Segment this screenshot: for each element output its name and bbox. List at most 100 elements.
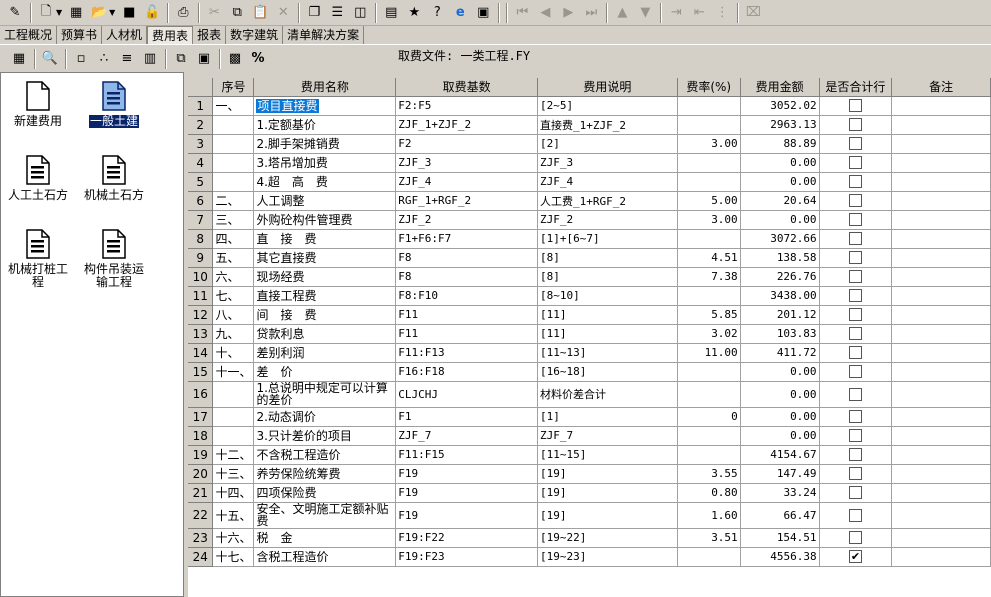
cell-base[interactable]: F2 [395, 134, 539, 154]
tree-icon[interactable]: ⋮ [711, 2, 733, 24]
cell-rate[interactable]: 3.02 [677, 324, 741, 344]
unlock-icon[interactable]: 🔓 [141, 2, 163, 24]
cell-amount[interactable]: 154.51 [740, 528, 820, 548]
total-row-checkbox[interactable] [848, 387, 862, 401]
cell-amount[interactable]: 0.00 [740, 362, 820, 382]
cell-seq[interactable]: 十六、 [212, 528, 255, 548]
table-row[interactable]: 2 1.定额基价 ZJF_1+ZJF_2 直接费_1+ZJF_2 2963.13 [188, 115, 991, 135]
cell-rate[interactable]: 5.00 [677, 191, 741, 211]
table-row[interactable]: 24 十七、 含税工程造价 F19:F23 [19~23] 4556.38 ✔ [188, 547, 991, 567]
cell-rate[interactable] [677, 381, 741, 408]
cell-seq[interactable]: 七、 [212, 286, 255, 306]
column-header-seq[interactable]: 序号 [212, 78, 255, 97]
cell-base[interactable]: F19 [395, 483, 539, 503]
cell-rate[interactable] [677, 547, 741, 567]
cell-rate[interactable]: 1.60 [677, 502, 741, 529]
paste-icon[interactable]: 📋 [249, 2, 271, 24]
cell-desc[interactable]: [1]+[6~7] [537, 229, 678, 249]
zoom-icon[interactable]: 🔍 [39, 48, 61, 70]
total-row-checkbox[interactable] [848, 99, 862, 112]
table-row[interactable]: 13 九、 贷款利息 F11 [11] 3.02 103.83 [188, 324, 991, 344]
template-pile-driving[interactable]: 机械打桩工程 [3, 229, 73, 289]
cell-name[interactable]: 2.动态调价 [253, 407, 397, 427]
down-icon[interactable]: ▼ [634, 2, 656, 24]
cell-rate[interactable]: 3.51 [677, 528, 741, 548]
cell-amount[interactable]: 0.00 [740, 381, 820, 408]
cell-base[interactable]: CLJCHJ [395, 381, 539, 408]
cell-rate[interactable] [677, 286, 741, 306]
cell-rate[interactable]: 4.51 [677, 248, 741, 268]
cell-desc[interactable]: ZJF_2 [537, 210, 678, 230]
cell-desc[interactable]: [19] [537, 502, 678, 529]
cell-seq[interactable]: 四、 [212, 229, 255, 249]
column-header-rate[interactable]: 费率(%) [677, 78, 741, 97]
total-row-checkbox[interactable] [848, 156, 862, 169]
cell-seq[interactable]: 十、 [212, 343, 255, 363]
print-preview-icon[interactable]: ▣ [472, 2, 494, 24]
cell-rate[interactable] [677, 115, 741, 135]
cell-desc[interactable]: ZJF_3 [537, 153, 678, 173]
cell-desc[interactable]: [8] [537, 267, 678, 287]
cell-remark[interactable] [891, 229, 991, 249]
cell-seq[interactable]: 二、 [212, 191, 255, 211]
cell-desc[interactable]: ZJF_4 [537, 172, 678, 192]
help-icon[interactable]: ? [426, 2, 448, 24]
cell-name[interactable]: 差 价 [253, 362, 397, 382]
total-row-checkbox[interactable] [848, 327, 862, 340]
cell-name[interactable]: 差别利润 [253, 343, 397, 363]
tab-report[interactable]: 报表 [193, 26, 227, 44]
last-icon[interactable]: ⏭ [580, 2, 602, 24]
cell-amount[interactable]: 3052.02 [740, 96, 820, 116]
cell-remark[interactable] [891, 248, 991, 268]
cell-remark[interactable] [891, 305, 991, 325]
total-row-checkbox[interactable] [848, 251, 862, 264]
ie-icon[interactable]: e [449, 2, 471, 24]
cell-rate[interactable] [677, 362, 741, 382]
cell-remark[interactable] [891, 445, 991, 465]
tab-digital-building[interactable]: 数字建筑 [226, 26, 284, 44]
cell-name[interactable]: 间 接 费 [253, 305, 397, 325]
total-row-checkbox[interactable]: ✔ [848, 550, 862, 563]
cell-remark[interactable] [891, 191, 991, 211]
cell-remark[interactable] [891, 502, 991, 529]
cell-amount[interactable]: 4556.38 [740, 547, 820, 567]
copy-icon[interactable]: ⧉ [226, 2, 248, 24]
column-header-amount[interactable]: 费用金额 [740, 78, 820, 97]
total-row-checkbox[interactable] [848, 365, 862, 378]
cell-amount[interactable]: 20.64 [740, 191, 820, 211]
tab-project-overview[interactable]: 工程概况 [0, 26, 58, 44]
column-header-remark[interactable]: 备注 [891, 78, 991, 97]
cell-rate[interactable]: 3.55 [677, 464, 741, 484]
cell-base[interactable]: F8 [395, 267, 539, 287]
cascade-icon[interactable]: ❐ [303, 2, 325, 24]
cell-amount[interactable]: 3072.66 [740, 229, 820, 249]
total-row-checkbox[interactable] [848, 467, 862, 480]
cell-amount[interactable]: 103.83 [740, 324, 820, 344]
cell-base[interactable]: F11 [395, 305, 539, 325]
cell-desc[interactable]: 材料价差合计 [537, 381, 678, 408]
tab-budget[interactable]: 预算书 [57, 26, 103, 44]
cell-rate[interactable]: 11.00 [677, 343, 741, 363]
cell-desc[interactable]: 直接费_1+ZJF_2 [537, 115, 678, 135]
cell-name[interactable]: 四项保险费 [253, 483, 397, 503]
cell-base[interactable]: F19 [395, 502, 539, 529]
tab-labor-material-machine[interactable]: 人材机 [102, 26, 148, 44]
cell-desc[interactable]: [16~18] [537, 362, 678, 382]
cell-seq[interactable] [212, 115, 255, 135]
cell-seq[interactable]: 五、 [212, 248, 255, 268]
cell-remark[interactable] [891, 407, 991, 427]
column-header-name[interactable]: 费用名称 [253, 78, 397, 97]
cell-seq[interactable]: 九、 [212, 324, 255, 344]
cell-rate[interactable] [677, 96, 741, 116]
total-row-checkbox[interactable] [848, 289, 862, 302]
column-header-rownum[interactable] [188, 78, 214, 97]
total-row-checkbox[interactable] [848, 410, 862, 423]
up-icon[interactable]: ▲ [611, 2, 633, 24]
cell-rate[interactable] [677, 426, 741, 446]
total-row-checkbox[interactable] [848, 346, 862, 359]
table-row[interactable]: 9 五、 其它直接费 F8 [8] 4.51 138.58 [188, 248, 991, 268]
template-new-fee[interactable]: 新建费用 [3, 81, 73, 128]
cell-rate[interactable] [677, 445, 741, 465]
cell-base[interactable]: F8 [395, 248, 539, 268]
cell-rate[interactable]: 0 [677, 407, 741, 427]
